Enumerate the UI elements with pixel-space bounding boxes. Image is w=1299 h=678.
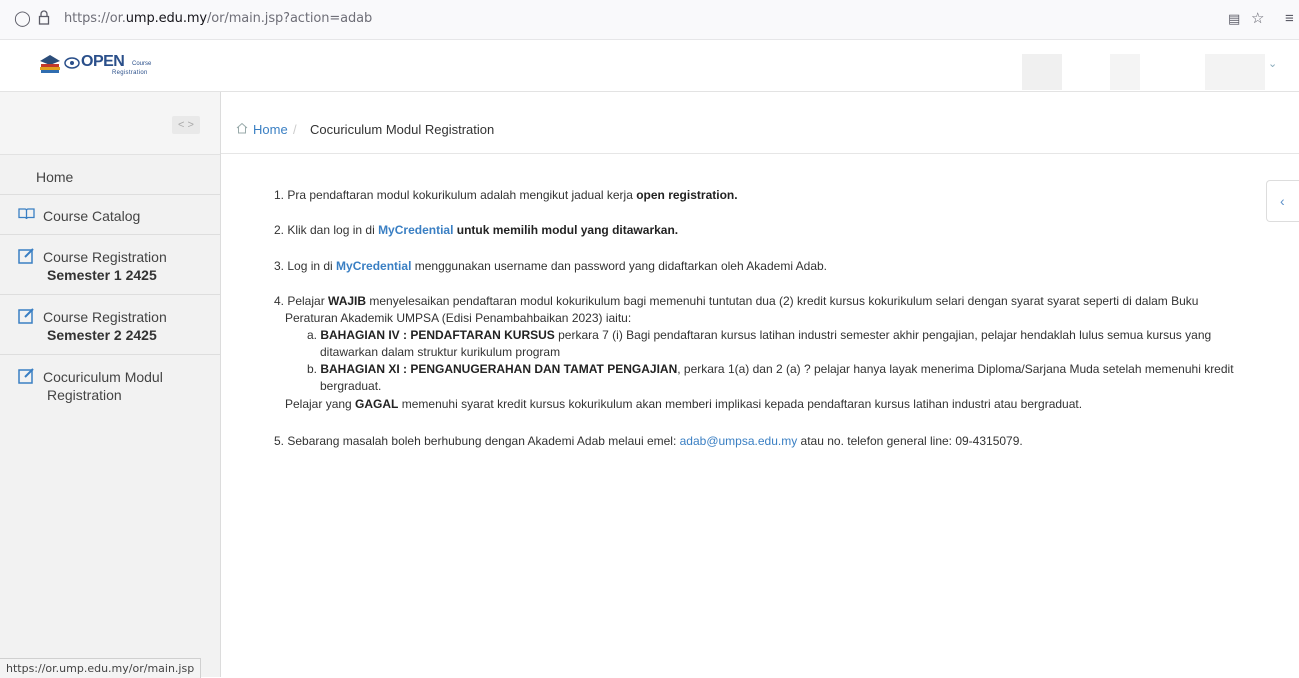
shield-icon[interactable]: ◯ [14, 10, 31, 28]
header-placeholder [1022, 54, 1062, 90]
logo-open-text: OPEN [81, 53, 125, 70]
sub-item-a: a. BAHAGIAN IV : PENDAFTARAN KURSUS perk… [307, 327, 1211, 344]
instruction-text: menyelesaikan pendaftaran modul kokuriku… [366, 294, 1199, 308]
menu-icon[interactable]: ≡ [1285, 10, 1294, 28]
instruction-item-3: 3. Log in di MyCredential menggunakan us… [274, 258, 827, 275]
logo-registration-text: Registration [112, 70, 148, 76]
reader-icon[interactable]: ▤ [1228, 10, 1240, 28]
edit-icon [18, 307, 35, 329]
breadcrumb: Home / Cocuriculum Modul Registration [221, 92, 1299, 154]
instruction-text: 1. Pra pendaftaran modul kokurikulum ada… [274, 188, 637, 202]
sidebar-item-label: Course Registration [43, 309, 167, 325]
sidebar-item-label: Course Registration [43, 249, 167, 265]
right-panel-toggle[interactable]: ‹ [1266, 180, 1299, 222]
breadcrumb-home-link[interactable]: Home [253, 122, 288, 137]
instruction-bold: untuk memilih modul yang ditawarkan. [453, 223, 679, 237]
instruction-bold: WAJIB [328, 294, 367, 308]
lock-icon[interactable] [38, 10, 50, 30]
mycredential-link[interactable]: MyCredential [378, 223, 453, 237]
sidebar-item-semester: Semester 1 2425 [47, 267, 157, 283]
instruction-item-4-line2: Peraturan Akademik UMPSA (Edisi Penambah… [285, 311, 632, 325]
app-header: OPEN Course Registration ⌄ [0, 40, 1299, 92]
open-registration-logo[interactable]: OPEN Course Registration [34, 51, 174, 81]
status-bar-url: https://or.ump.edu.my/or/main.jsp [0, 658, 202, 678]
breadcrumb-current: Cocuriculum Modul Registration [310, 122, 495, 137]
sidebar-item-home[interactable]: Home [0, 155, 220, 195]
instruction-bold: GAGAL [355, 397, 399, 411]
edit-icon [18, 247, 35, 269]
instruction-item-5: 5. Sebarang masalah boleh berhubung deng… [274, 433, 1023, 450]
browser-toolbar: ◯ https://or.ump.edu.my/or/main.jsp?acti… [0, 0, 1299, 40]
instruction-text: , perkara 1(a) dan 2 (a) ? pelajar hanya… [677, 362, 1234, 376]
sub-item-b-line2: bergraduat. [320, 379, 382, 393]
instruction-bold: BAHAGIAN XI : PENGANUGERAHAN DAN TAMAT P… [320, 362, 678, 376]
chevron-left-icon: ‹ [1280, 193, 1285, 209]
instruction-text: Pelajar yang [285, 397, 356, 411]
book-icon [18, 206, 35, 224]
sidebar-item-semester: Semester 2 2425 [47, 327, 157, 343]
sub-item-b: b. BAHAGIAN XI : PENGANUGERAHAN DAN TAMA… [307, 361, 1234, 378]
breadcrumb-separator: / [293, 122, 297, 137]
home-icon[interactable] [236, 122, 248, 137]
instruction-text: menggunakan username dan password yang d… [411, 259, 828, 273]
edit-icon [18, 367, 35, 389]
instruction-text: 2. Klik dan log in di [274, 223, 379, 237]
mycredential-link[interactable]: MyCredential [336, 259, 411, 273]
instruction-item-4-note: Pelajar yang GAGAL memenuhi syarat kredi… [274, 396, 1082, 413]
sidebar-item-course-catalog[interactable]: Course Catalog [0, 195, 220, 235]
logo-course-text: Course [132, 61, 152, 67]
sidebar-item-course-registration-sem1[interactable]: Course Registration Semester 1 2425 [0, 235, 220, 295]
instruction-item-2: 2. Klik dan log in di MyCredential untuk… [274, 222, 678, 239]
instruction-text: 4. Pelajar [274, 294, 329, 308]
instruction-item-4: 4. Pelajar WAJIB menyelesaikan pendaftar… [274, 293, 1198, 310]
header-placeholder [1110, 54, 1140, 90]
instruction-text: a. [307, 328, 321, 342]
books-icon [40, 55, 60, 73]
sidebar-toggle-row: < > [0, 92, 220, 155]
instruction-text: 5. Sebarang masalah boleh berhubung deng… [274, 434, 680, 448]
sidebar-item-label-line2: Registration [47, 387, 122, 403]
sidebar-item-course-registration-sem2[interactable]: Course Registration Semester 2 2425 [0, 295, 220, 355]
header-placeholder [1205, 54, 1265, 90]
sidebar-toggle-button[interactable]: < > [172, 116, 200, 134]
instruction-text: 3. Log in di [274, 259, 337, 273]
instruction-text: perkara 7 (i) Bagi pendaftaran kursus la… [554, 328, 1212, 342]
instruction-text: b. [307, 362, 321, 376]
email-link[interactable]: adab@umpsa.edu.my [680, 434, 798, 448]
sub-item-a-line2: ditawarkan dalam struktur kurikulum prog… [320, 345, 561, 359]
instruction-text: atau no. telefon general line: 09-431507… [797, 434, 1023, 448]
star-icon[interactable]: ☆ [1251, 10, 1264, 28]
sidebar-item-cocuriculum-modul-registration[interactable]: Cocuriculum Modul Registration [0, 355, 220, 415]
sidebar: < > Home Course Catalog Course Registrat… [0, 92, 221, 677]
instruction-bold: BAHAGIAN IV : PENDAFTARAN KURSUS [320, 328, 555, 342]
instruction-text: memenuhi syarat kredit kursus kokurikulu… [398, 397, 1083, 411]
sidebar-item-label: Home [36, 169, 74, 185]
user-dropdown-chevron-icon[interactable]: ⌄ [1268, 57, 1277, 70]
sidebar-item-label: Cocuriculum Modul [43, 369, 163, 385]
instruction-bold: open registration. [636, 188, 738, 202]
sidebar-item-label: Course Catalog [43, 208, 141, 224]
globe-icon [64, 57, 80, 69]
address-bar[interactable]: https://or.ump.edu.my/or/main.jsp?action… [64, 11, 372, 26]
instruction-item-1: 1. Pra pendaftaran modul kokurikulum ada… [274, 187, 738, 204]
